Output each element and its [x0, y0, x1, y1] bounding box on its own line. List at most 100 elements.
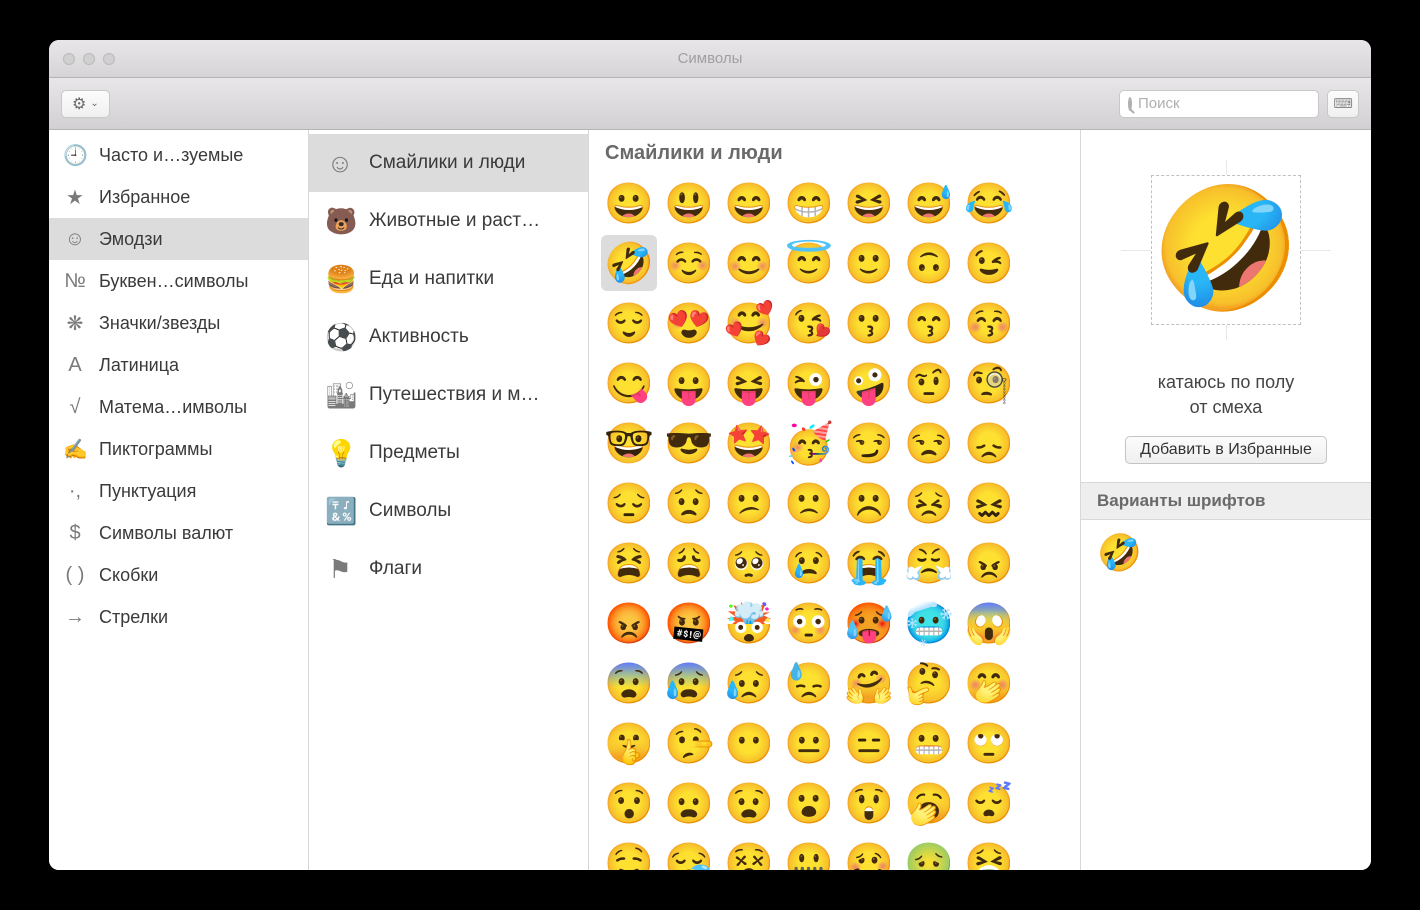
- emoji-cell[interactable]: 😢: [781, 535, 837, 591]
- category-item[interactable]: №Буквен…символы: [49, 260, 308, 302]
- emoji-cell[interactable]: 😁: [781, 175, 837, 231]
- category-item[interactable]: ( )Скобки: [49, 554, 308, 596]
- zoom-window-button[interactable]: [103, 53, 115, 65]
- emoji-cell[interactable]: 😘: [781, 295, 837, 351]
- emoji-cell[interactable]: 😆: [841, 175, 897, 231]
- category-item[interactable]: ☺Эмодзи: [49, 218, 308, 260]
- emoji-cell[interactable]: 😣: [901, 475, 957, 531]
- category-item[interactable]: ✍Пиктограммы: [49, 428, 308, 470]
- emoji-cell[interactable]: 😲: [841, 775, 897, 831]
- emoji-cell[interactable]: 😱: [961, 595, 1017, 651]
- emoji-cell[interactable]: 🤣: [601, 235, 657, 291]
- subcategory-item[interactable]: 🔣Символы: [309, 482, 588, 540]
- emoji-cell[interactable]: 😴: [961, 775, 1017, 831]
- emoji-cell[interactable]: 😖: [961, 475, 1017, 531]
- emoji-cell[interactable]: 🤔: [901, 655, 957, 711]
- emoji-cell[interactable]: 😚: [961, 295, 1017, 351]
- subcategory-item[interactable]: 🐻Животные и раст…: [309, 192, 588, 250]
- emoji-cell[interactable]: 😧: [721, 775, 777, 831]
- emoji-cell[interactable]: 🤯: [721, 595, 777, 651]
- emoji-cell[interactable]: 😡: [601, 595, 657, 651]
- emoji-cell[interactable]: 😃: [661, 175, 717, 231]
- emoji-cell[interactable]: 😵: [721, 835, 777, 870]
- emoji-cell[interactable]: 😐: [781, 715, 837, 771]
- emoji-cell[interactable]: 😳: [781, 595, 837, 651]
- emoji-cell[interactable]: 😅: [901, 175, 957, 231]
- emoji-cell[interactable]: 😎: [661, 415, 717, 471]
- subcategory-item[interactable]: 🍔Еда и напитки: [309, 250, 588, 308]
- emoji-cell[interactable]: 🙃: [901, 235, 957, 291]
- emoji-cell[interactable]: 😟: [661, 475, 717, 531]
- emoji-cell[interactable]: 🙄: [961, 715, 1017, 771]
- emoji-cell[interactable]: 😗: [841, 295, 897, 351]
- settings-menu-button[interactable]: ⚙ ⌄: [61, 90, 110, 118]
- subcategory-item[interactable]: ⚽Активность: [309, 308, 588, 366]
- emoji-cell[interactable]: 😦: [661, 775, 717, 831]
- emoji-cell[interactable]: 😨: [601, 655, 657, 711]
- category-item[interactable]: 🕘Часто и…зуемые: [49, 134, 308, 176]
- emoji-cell[interactable]: 😍: [661, 295, 717, 351]
- emoji-cell[interactable]: 😙: [901, 295, 957, 351]
- emoji-cell[interactable]: 🥺: [721, 535, 777, 591]
- emoji-cell[interactable]: 🙁: [781, 475, 837, 531]
- emoji-cell[interactable]: 😄: [721, 175, 777, 231]
- emoji-cell[interactable]: 🥵: [841, 595, 897, 651]
- emoji-cell[interactable]: 🤗: [841, 655, 897, 711]
- emoji-cell[interactable]: 🤓: [601, 415, 657, 471]
- emoji-cell[interactable]: 😔: [601, 475, 657, 531]
- category-item[interactable]: √Матема…имволы: [49, 386, 308, 428]
- emoji-cell[interactable]: 😜: [781, 355, 837, 411]
- emoji-cell[interactable]: ☹️: [841, 475, 897, 531]
- emoji-cell[interactable]: 😏: [841, 415, 897, 471]
- emoji-cell[interactable]: 😝: [721, 355, 777, 411]
- emoji-cell[interactable]: 😒: [901, 415, 957, 471]
- emoji-cell[interactable]: 😯: [601, 775, 657, 831]
- emoji-cell[interactable]: 🤬: [661, 595, 717, 651]
- category-item[interactable]: ❋Значки/звезды: [49, 302, 308, 344]
- emoji-cell[interactable]: 🤥: [661, 715, 717, 771]
- emoji-cell[interactable]: 😞: [961, 415, 1017, 471]
- emoji-cell[interactable]: 🤫: [601, 715, 657, 771]
- emoji-cell[interactable]: 😰: [661, 655, 717, 711]
- emoji-cell[interactable]: 🤐: [781, 835, 837, 870]
- emoji-cell[interactable]: 😌: [601, 295, 657, 351]
- emoji-cell[interactable]: 🥶: [901, 595, 957, 651]
- emoji-cell[interactable]: 😇: [781, 235, 837, 291]
- emoji-cell[interactable]: 😀: [601, 175, 657, 231]
- emoji-cell[interactable]: 🙂: [841, 235, 897, 291]
- emoji-cell[interactable]: 😂: [961, 175, 1017, 231]
- emoji-cell[interactable]: 🥱: [901, 775, 957, 831]
- category-item[interactable]: AЛатиница: [49, 344, 308, 386]
- emoji-cell[interactable]: 🥳: [781, 415, 837, 471]
- emoji-cell[interactable]: 🤩: [721, 415, 777, 471]
- category-item[interactable]: ★Избранное: [49, 176, 308, 218]
- emoji-cell[interactable]: 😋: [601, 355, 657, 411]
- emoji-cell[interactable]: 😠: [961, 535, 1017, 591]
- emoji-cell[interactable]: 😉: [961, 235, 1017, 291]
- emoji-cell[interactable]: 🤤: [601, 835, 657, 870]
- emoji-cell[interactable]: 🥰: [721, 295, 777, 351]
- keyboard-viewer-button[interactable]: ⌨: [1327, 90, 1359, 118]
- emoji-cell[interactable]: 😩: [661, 535, 717, 591]
- search-field[interactable]: [1119, 90, 1319, 118]
- emoji-cell[interactable]: 😊: [721, 235, 777, 291]
- subcategory-item[interactable]: 💡Предметы: [309, 424, 588, 482]
- emoji-cell[interactable]: 😬: [901, 715, 957, 771]
- emoji-cell[interactable]: 😪: [661, 835, 717, 870]
- emoji-cell[interactable]: 😛: [661, 355, 717, 411]
- category-item[interactable]: $Символы валют: [49, 512, 308, 554]
- emoji-cell[interactable]: 😭: [841, 535, 897, 591]
- emoji-cell[interactable]: 🤮: [961, 835, 1017, 870]
- category-item[interactable]: →Стрелки: [49, 596, 308, 638]
- emoji-cell[interactable]: 😶: [721, 715, 777, 771]
- emoji-cell[interactable]: 🤢: [901, 835, 957, 870]
- emoji-cell[interactable]: 😓: [781, 655, 837, 711]
- font-variant-item[interactable]: 🤣: [1097, 532, 1142, 573]
- subcategory-item[interactable]: ⚑Флаги: [309, 540, 588, 598]
- emoji-cell[interactable]: 😤: [901, 535, 957, 591]
- add-to-favorites-button[interactable]: Добавить в Избранные: [1125, 436, 1327, 464]
- emoji-cell[interactable]: 🤭: [961, 655, 1017, 711]
- category-item[interactable]: ·,Пунктуация: [49, 470, 308, 512]
- subcategory-item[interactable]: ☺Смайлики и люди: [309, 134, 588, 192]
- search-input[interactable]: [1138, 95, 1337, 112]
